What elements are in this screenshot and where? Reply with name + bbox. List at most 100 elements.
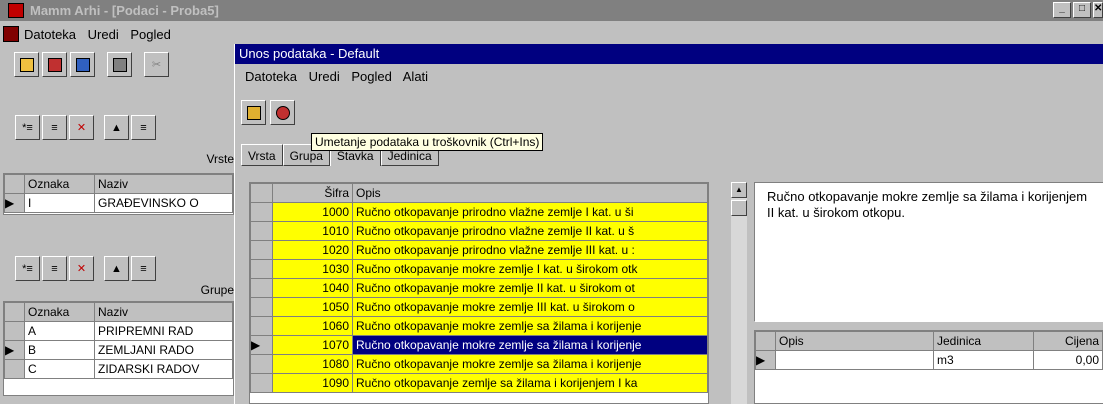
open-button[interactable]: [42, 52, 67, 77]
items-cell-sifra[interactable]: 1000: [272, 202, 353, 222]
grupe-cell-naziv[interactable]: ZIDARSKI RADOV: [94, 359, 233, 379]
description-box[interactable]: Ručno otkopavanje mokre zemlje sa žilama…: [754, 182, 1103, 322]
row-pointer-icon: ▶: [250, 335, 273, 355]
items-cell-opis[interactable]: Ručno otkopavanje prirodno vlažne zemlje…: [352, 240, 708, 260]
table-row[interactable]: ▶ I GRAĐEVINSKO O: [4, 193, 233, 213]
vrste-edit-icon[interactable]: ≡: [42, 115, 67, 140]
items-cell-opis[interactable]: Ručno otkopavanje prirodno vlažne zemlje…: [352, 202, 708, 222]
items-col-sifra[interactable]: Šifra: [272, 183, 353, 203]
items-cell-opis[interactable]: Ručno otkopavanje mokre zemlje II kat. u…: [352, 278, 708, 298]
indicator-header: [755, 331, 776, 351]
items-cell-sifra[interactable]: 1030: [272, 259, 353, 279]
row-pointer-icon: ▶: [4, 193, 25, 213]
main-menu-pogled[interactable]: Pogled: [130, 27, 170, 42]
grupe-cell-naziv[interactable]: PRIPREMNI RAD: [94, 321, 233, 341]
items-cell-opis[interactable]: Ručno otkopavanje mokre zemlje sa žilama…: [352, 354, 708, 374]
description-text: Ručno otkopavanje mokre zemlje sa žilama…: [767, 189, 1088, 220]
vrste-insert-icon[interactable]: *≡: [15, 115, 40, 140]
grupe-col-oznaka[interactable]: Oznaka: [24, 302, 95, 322]
grupe-cell-oznaka[interactable]: A: [24, 321, 95, 341]
dialog-title-bar: Unos podataka - Default: [235, 44, 1103, 64]
grupe-edit-icon[interactable]: ≡: [42, 256, 67, 281]
doc-icon[interactable]: [3, 26, 19, 42]
items-col-opis[interactable]: Opis: [352, 183, 708, 203]
units-cell-jedinica[interactable]: m3: [933, 350, 1034, 370]
row-indicator: [250, 354, 273, 374]
table-row[interactable]: 1010 Ručno otkopavanje prirodno vlažne ze…: [250, 221, 708, 241]
insert-into-estimate-icon[interactable]: [270, 100, 295, 125]
vrste-up-icon[interactable]: ▲: [104, 115, 129, 140]
grupe-delete-icon[interactable]: ✕: [69, 256, 94, 281]
table-row[interactable]: 1050 Ručno otkopavanje mokre zemlje III k…: [250, 297, 708, 317]
table-row[interactable]: 1000 Ručno otkopavanje prirodno vlažne ze…: [250, 202, 708, 222]
dialog-menu-alati[interactable]: Alati: [403, 69, 428, 84]
vrste-down-icon[interactable]: ≡: [131, 115, 156, 140]
maximize-button[interactable]: □: [1073, 2, 1091, 18]
cut-button[interactable]: ✂: [144, 52, 169, 77]
table-row[interactable]: 1030 Ručno otkopavanje mokre zemlje I kat…: [250, 259, 708, 279]
units-cell-opis[interactable]: [775, 350, 934, 370]
grupe-cell-oznaka[interactable]: C: [24, 359, 95, 379]
grupe-up-icon[interactable]: ▲: [104, 256, 129, 281]
items-cell-sifra[interactable]: 1070: [272, 335, 353, 355]
dialog-menu-datoteka[interactable]: Datoteka: [245, 69, 297, 84]
dialog-menubar: Datoteka Uredi Pogled Alati: [245, 69, 436, 84]
vrste-col-naziv[interactable]: Naziv: [94, 174, 233, 194]
items-cell-sifra[interactable]: 1010: [272, 221, 353, 241]
items-cell-opis[interactable]: Ručno otkopavanje mokre zemlje sa žilama…: [352, 316, 708, 336]
minimize-button[interactable]: _: [1053, 2, 1071, 18]
save-button[interactable]: [70, 52, 95, 77]
vrste-cell-naziv[interactable]: GRAĐEVINSKO O: [94, 193, 233, 213]
items-cell-opis[interactable]: Ručno otkopavanje mokre zemlje I kat. u …: [352, 259, 708, 279]
print-button[interactable]: [107, 52, 132, 77]
table-row[interactable]: 1040 Ručno otkopavanje mokre zemlje II ka…: [250, 278, 708, 298]
table-row[interactable]: 1090 Ručno otkopavanje zemlje sa žilama i…: [250, 373, 708, 393]
dialog-menu-uredi[interactable]: Uredi: [309, 69, 340, 84]
items-cell-opis[interactable]: Ručno otkopavanje zemlje sa žilama i kor…: [352, 373, 708, 393]
table-row[interactable]: 1060 Ručno otkopavanje mokre zemlje sa ži…: [250, 316, 708, 336]
table-row[interactable]: A PRIPREMNI RAD: [4, 321, 233, 341]
vrste-delete-icon[interactable]: ✕: [69, 115, 94, 140]
items-scrollbar[interactable]: ▲: [731, 182, 747, 404]
units-col-jedinica[interactable]: Jedinica: [933, 331, 1034, 351]
table-row[interactable]: C ZIDARSKI RADOV: [4, 359, 233, 379]
main-menu-uredi[interactable]: Uredi: [88, 27, 119, 42]
units-cell-cijena[interactable]: 0,00: [1033, 350, 1103, 370]
units-col-cijena[interactable]: Cijena: [1033, 331, 1103, 351]
grupe-grid: Oznaka Naziv A PRIPREMNI RAD ▶ B ZEMLJAN…: [3, 301, 234, 396]
items-cell-opis[interactable]: Ručno otkopavanje prirodno vlažne zemlje…: [352, 221, 708, 241]
open-folder-icon[interactable]: [241, 100, 266, 125]
main-window-title: Mamm Arhi - [Podaci - Proba5]: [30, 3, 219, 18]
table-row[interactable]: ▶ 1070 Ručno otkopavanje mokre zemlje sa ž…: [250, 335, 708, 355]
vrste-label: Vrste: [206, 152, 234, 166]
table-row[interactable]: 1080 Ručno otkopavanje mokre zemlje sa ži…: [250, 354, 708, 374]
grupe-cell-oznaka[interactable]: B: [24, 340, 95, 360]
items-cell-sifra[interactable]: 1080: [272, 354, 353, 374]
items-cell-sifra[interactable]: 1060: [272, 316, 353, 336]
items-cell-sifra[interactable]: 1020: [272, 240, 353, 260]
units-col-opis[interactable]: Opis: [775, 331, 934, 351]
vrste-col-oznaka[interactable]: Oznaka: [24, 174, 95, 194]
grupe-toolbar: *≡ ≡ ✕ ▲ ≡: [15, 256, 156, 281]
table-row[interactable]: 1020 Ručno otkopavanje prirodno vlažne ze…: [250, 240, 708, 260]
grupe-down-icon[interactable]: ≡: [131, 256, 156, 281]
items-cell-sifra[interactable]: 1040: [272, 278, 353, 298]
main-menu-datoteka[interactable]: Datoteka: [24, 27, 76, 42]
vrste-cell-oznaka[interactable]: I: [24, 193, 95, 213]
grupe-insert-icon[interactable]: *≡: [15, 256, 40, 281]
grupe-cell-naziv[interactable]: ZEMLJANI RADO: [94, 340, 233, 360]
tab-vrsta[interactable]: Vrsta: [241, 144, 283, 166]
items-cell-opis[interactable]: Ručno otkopavanje mokre zemlje III kat. …: [352, 297, 708, 317]
dialog-menu-pogled[interactable]: Pogled: [351, 69, 391, 84]
table-row[interactable]: ▶ B ZEMLJANI RADO: [4, 340, 233, 360]
table-row[interactable]: ▶ m3 0,00: [755, 350, 1103, 370]
items-cell-sifra[interactable]: 1050: [272, 297, 353, 317]
new-button[interactable]: [14, 52, 39, 77]
close-button[interactable]: ✕: [1093, 2, 1103, 18]
scroll-thumb[interactable]: [731, 200, 747, 216]
scroll-up-icon[interactable]: ▲: [731, 182, 747, 198]
grupe-col-naziv[interactable]: Naziv: [94, 302, 233, 322]
items-cell-opis[interactable]: Ručno otkopavanje mokre zemlje sa žilama…: [352, 335, 708, 355]
row-indicator: [250, 259, 273, 279]
items-cell-sifra[interactable]: 1090: [272, 373, 353, 393]
